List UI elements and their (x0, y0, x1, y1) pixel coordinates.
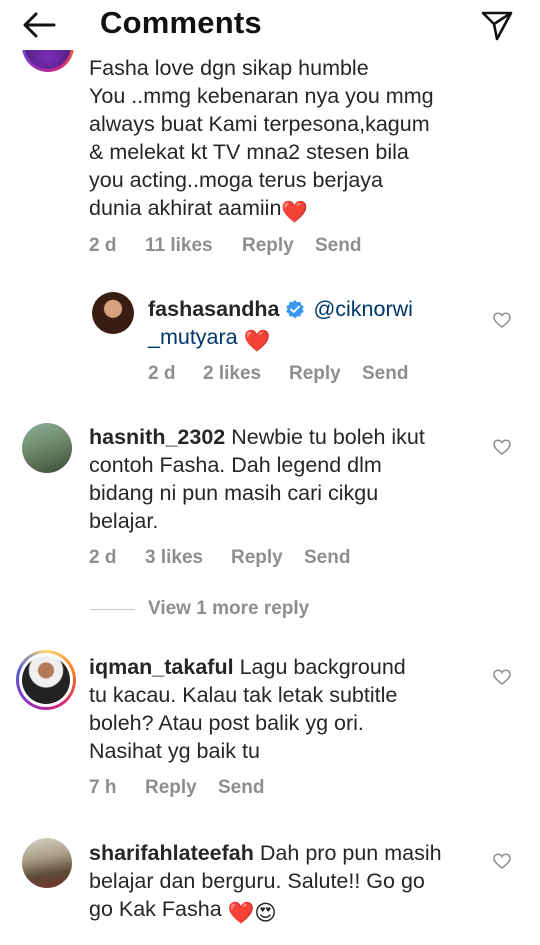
comment-text: Fasha love dgn sikap humble You ..mmg ke… (89, 54, 509, 226)
comment-time: 7 h (89, 777, 117, 798)
mention-link[interactable]: @ciknorwi (313, 297, 412, 321)
comment-line: contoh Fasha. Dah legend dlm (89, 453, 382, 477)
heart-outline-icon[interactable] (492, 851, 512, 871)
verified-badge-icon (286, 300, 305, 319)
comment-line: Lagu background (239, 655, 406, 679)
send-button[interactable]: Send (315, 235, 361, 257)
comment-line: bidang ni pun masih cari cikgu (89, 481, 379, 505)
likes-count[interactable]: 2 likes (203, 363, 261, 385)
comment-line: always buat Kami terpesona,kagum (89, 112, 430, 136)
comment-line: Newbie tu boleh ikut (231, 425, 425, 449)
comment-line: belajar. (89, 509, 159, 533)
comment-line: you acting..moga terus berjaya (89, 168, 383, 192)
avatar[interactable] (92, 292, 134, 334)
comment-line: belajar dan berguru. Salute!! Go go (89, 869, 425, 893)
likes-count[interactable]: 3 likes (145, 547, 203, 569)
reply-button[interactable]: Reply (289, 363, 341, 385)
comment-text: hasnith_2302 Newbie tu boleh ikut contoh … (89, 423, 489, 535)
reply-button[interactable]: Reply (231, 547, 283, 569)
avatar[interactable] (22, 656, 70, 704)
comment-line: Nasihat yg baik tu (89, 739, 260, 763)
likes-count[interactable]: 11 likes (145, 235, 213, 257)
comment-line: tu kacau. Kalau tak letak subtitle (89, 683, 398, 707)
comment-line: Fasha love dgn sikap humble (89, 56, 369, 80)
avatar[interactable] (22, 423, 72, 473)
heart-outline-icon[interactable] (492, 667, 512, 687)
reply-text: fashasandha @ciknorwi _mutyara ❤️ (148, 295, 488, 355)
header-bar: Comments (0, 0, 540, 50)
comment-time: 2 d (148, 363, 176, 384)
comment-line: You ..mmg kebenaran nya you mmg (89, 84, 434, 108)
comment-line: & melekat kt TV mna2 stesen bila (89, 140, 409, 164)
emoji-heart-and-heart-eyes: ❤️😍 (227, 901, 277, 925)
avatar[interactable] (22, 838, 72, 888)
reply-button[interactable]: Reply (242, 235, 294, 257)
mention-link[interactable]: _mutyara (148, 325, 238, 349)
comment-line: Dah pro pun masih (259, 841, 442, 865)
heart-emoji: ❤️ (281, 200, 309, 224)
comment-time: 2 d (89, 547, 117, 568)
username[interactable]: hasnith_2302 (89, 425, 225, 449)
username[interactable]: sharifahlateefah (89, 841, 254, 865)
heart-emoji: ❤️ (243, 329, 271, 353)
page-title: Comments (100, 5, 262, 40)
comment-text: iqman_takaful Lagu background tu kacau. K… (89, 653, 489, 765)
view-more-replies-label[interactable]: View 1 more reply (148, 598, 309, 620)
send-button[interactable]: Send (218, 777, 264, 799)
heart-outline-icon[interactable] (492, 437, 512, 457)
comment-time: 2 d (89, 235, 117, 256)
send-button[interactable]: Send (362, 363, 408, 385)
divider-line (90, 609, 135, 610)
comment-line: dunia akhirat aamiin (89, 196, 282, 220)
username[interactable]: fashasandha (148, 297, 279, 321)
comment-line: go Kak Fasha (89, 897, 222, 921)
arrow-left-icon[interactable] (20, 6, 58, 44)
comment-text: sharifahlateefah Dah pro pun masih belaja… (89, 839, 489, 927)
send-button[interactable]: Send (304, 547, 350, 569)
comment-line: boleh? Atau post balik yg ori. (89, 711, 364, 735)
reply-button[interactable]: Reply (145, 777, 197, 799)
username[interactable]: iqman_takaful (89, 655, 234, 679)
paper-plane-icon[interactable] (480, 8, 514, 42)
heart-outline-icon[interactable] (492, 310, 512, 330)
